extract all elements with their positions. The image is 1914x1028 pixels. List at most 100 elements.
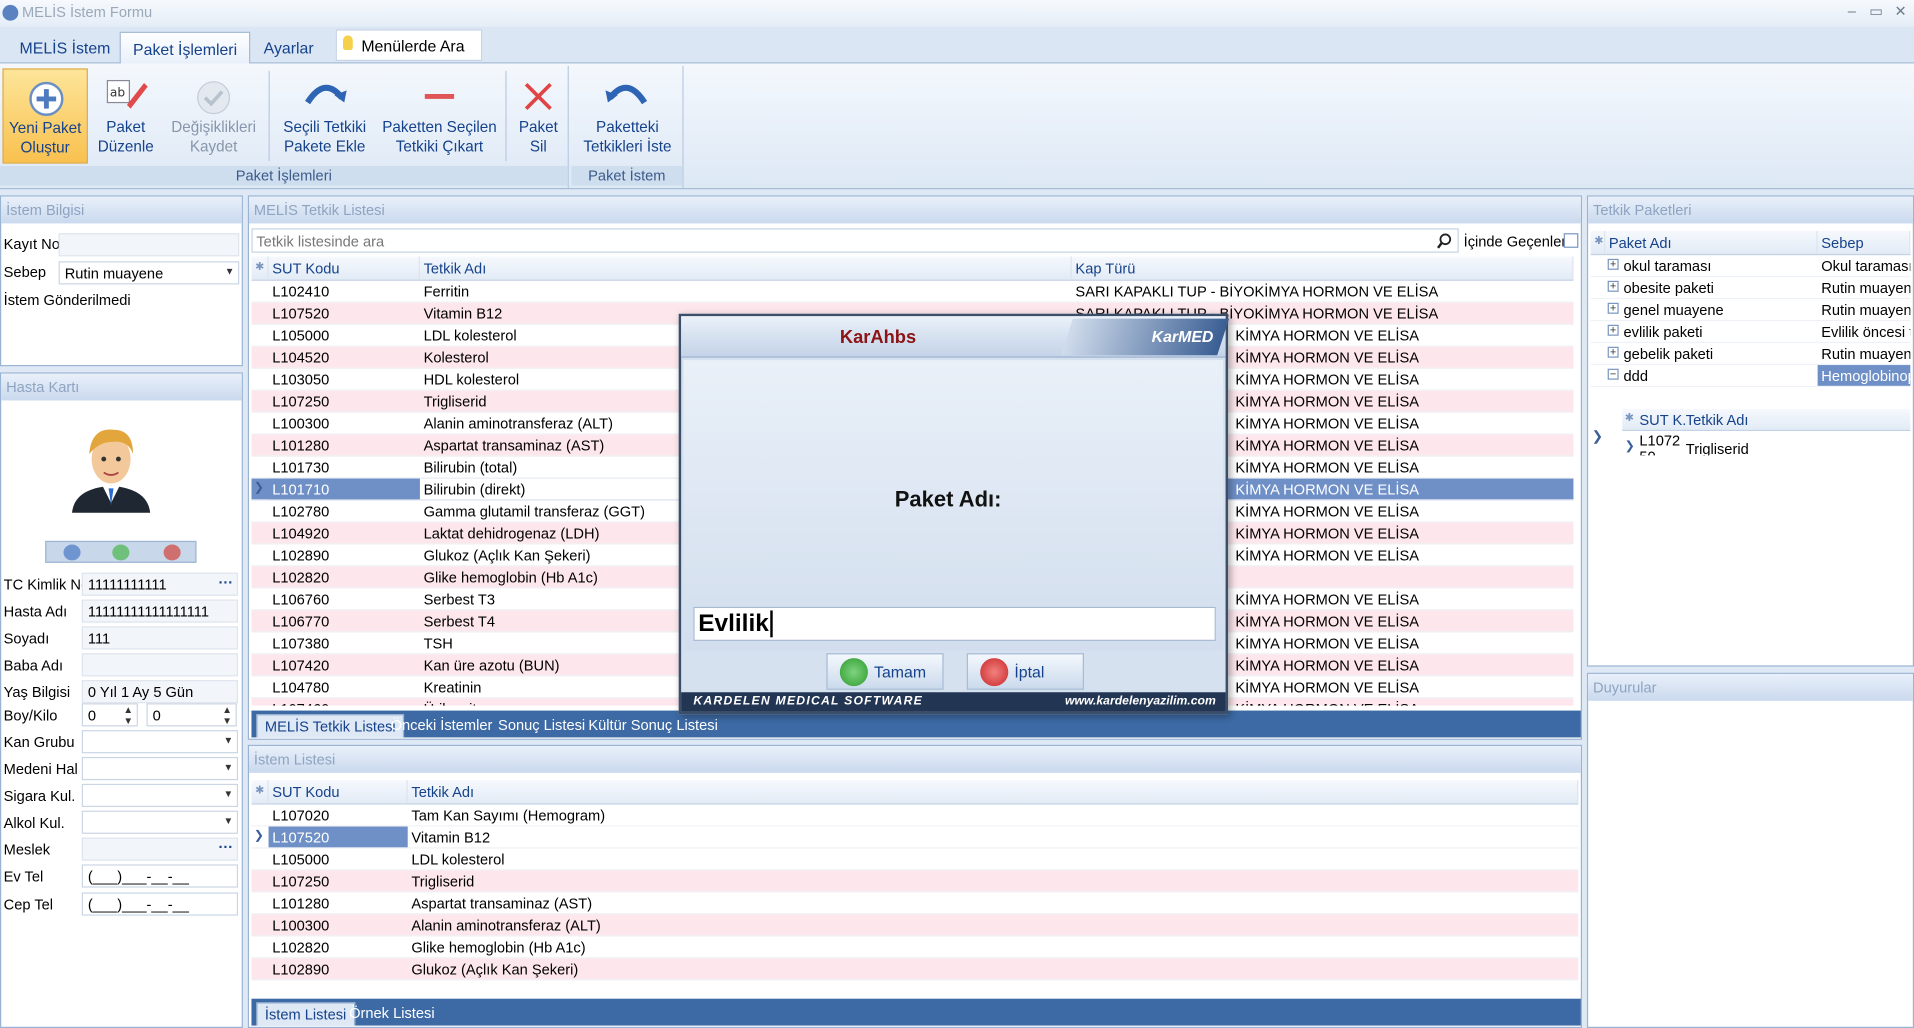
table-row[interactable]: L107250 Trigliserid (251, 870, 1579, 893)
request-package-tests-button[interactable]: Paketteki Tetkikleri İste (576, 68, 679, 163)
col-sut-kodu[interactable]: SUT Kodu (269, 256, 420, 280)
title-bar: MELİS İstem Formu – ▭ ✕ (0, 0, 1914, 27)
sub-grid-row[interactable]: ❯ L1072 50 Trigliserid (1622, 431, 1910, 456)
delete-package-button[interactable]: Paket Sil (510, 68, 566, 163)
alkol-select[interactable]: ▼ (81, 810, 239, 834)
cell-sut-kodu: L100300 (272, 415, 330, 433)
meslek-ellipsis-button[interactable]: ··· (219, 839, 234, 856)
menu-search[interactable]: Menülerde Ara (335, 29, 483, 62)
col-tetkik-adi[interactable]: Tetkik Adı (408, 780, 1579, 804)
grid-settings-icon[interactable]: ✱ (251, 780, 269, 804)
search-icon[interactable] (1436, 232, 1453, 249)
expand-icon[interactable]: + (1607, 258, 1619, 270)
hasta-field[interactable]: 111 (81, 626, 239, 650)
ok-button[interactable]: Tamam (826, 653, 944, 690)
minimize-icon[interactable]: – (1841, 2, 1863, 19)
redo-arrow-icon (305, 84, 347, 105)
table-row[interactable]: L105000 LDL kolesterol (251, 849, 1579, 871)
group-paket-istem: Paketteki Tetkikleri İste Paket İstem (571, 65, 684, 189)
footer-website: www.kardelenyazilim.com (1064, 694, 1216, 709)
meslek-field[interactable]: ··· (81, 837, 239, 861)
cell-sebep: Okul taraması (1821, 257, 1911, 275)
medeni-hal-select[interactable]: ▼ (81, 756, 239, 781)
icinde-gecenler-checkbox[interactable] (1563, 233, 1579, 248)
patient-avatar-icon (72, 429, 151, 513)
patient-remove-icon[interactable] (163, 544, 181, 561)
patient-refresh-icon[interactable] (112, 544, 130, 561)
table-row[interactable]: + evlilik paketi Evlilik öncesi ta (1590, 321, 1911, 344)
edit-package-button[interactable]: ab Paket Düzenle (90, 68, 161, 163)
tab-sonuc-listesi[interactable]: Sonuç Listesi (491, 714, 593, 737)
chevron-down-icon: ▼ (223, 788, 234, 800)
tab-paket-islemleri[interactable]: Paket İşlemleri (119, 31, 251, 65)
hasta-field[interactable]: 11111111111111111 (81, 599, 239, 623)
col-paket-adi[interactable]: Paket Adı (1605, 230, 1818, 254)
tab-onceki-istemler[interactable]: Önceki İstemler (383, 714, 499, 737)
tab-kultur-sonuc-listesi[interactable]: Kültür Sonuç Listesi (581, 714, 725, 737)
kan-grubu-select[interactable]: ▼ (81, 730, 239, 754)
tetkik-search-input[interactable]: Tetkik listesinde ara (251, 228, 1459, 253)
expand-icon[interactable]: + (1607, 302, 1619, 314)
col-sebep[interactable]: Sebep (1818, 230, 1911, 254)
hasta-field[interactable]: 0 Yıl 1 Ay 5 Gün (81, 680, 239, 704)
table-row[interactable]: L102410 Ferritin SARI KAPAKLI TUP - BİYO… (251, 281, 1574, 303)
tetkik-grid-header: ✱ SUT Kodu Tetkik Adı Kap Türü (251, 256, 1574, 281)
spinner-icon[interactable]: ▲ ▼ (123, 704, 133, 726)
patient-actions-bar (45, 540, 197, 563)
tab-ayarlar[interactable]: Ayarlar (251, 32, 325, 64)
close-icon[interactable]: ✕ (1890, 2, 1912, 19)
hasta-field[interactable] (81, 653, 239, 677)
add-to-package-button[interactable]: Seçili Tetkiki Pakete Ekle (273, 68, 376, 163)
remove-from-package-button[interactable]: Paketten Seçilen Tetkiki Çıkart (378, 68, 500, 163)
expand-icon[interactable]: + (1607, 346, 1619, 358)
table-row[interactable]: ❯ L107520 Vitamin B12 (251, 826, 1579, 849)
sub-col-sut[interactable]: SUT K. (1639, 411, 1686, 428)
table-row[interactable]: L102820 Glike hemoglobin (Hb A1c) (251, 936, 1579, 959)
ev-tel-input[interactable]: (___)___-__-__ (81, 864, 239, 888)
sub-col-tetkik[interactable]: Tetkik Adı (1686, 411, 1749, 428)
hasta-field[interactable]: 11111111111 ··· (81, 572, 239, 596)
tab-melis-tetkik-listesi[interactable]: MELİS Tetkik Listesi (256, 714, 405, 738)
table-row[interactable]: + obesite paketi Rutin muayen (1590, 277, 1911, 300)
boy-input[interactable]: 0 ▲ ▼ (81, 703, 138, 727)
package-name-input[interactable]: Evlilik (693, 606, 1216, 641)
group-paket-islemleri: Yeni Paket Oluştur ab Paket Düzenle Deği… (0, 65, 569, 189)
kilo-input[interactable]: 0 ▲ ▼ (146, 703, 237, 727)
group-label-paket-istem: Paket İstem (571, 166, 683, 186)
expand-icon[interactable]: + (1607, 280, 1619, 292)
col-kap-turu[interactable]: Kap Türü (1072, 256, 1574, 280)
grid-settings-icon[interactable]: ✱ (1591, 230, 1606, 254)
cell-sut-kodu: L107520 (268, 826, 408, 848)
new-package-button[interactable]: Yeni Paket Oluştur (2, 68, 88, 164)
table-row[interactable]: L101280 Aspartat transaminaz (AST) (251, 892, 1579, 915)
patient-search-icon[interactable] (63, 544, 81, 561)
sigara-select[interactable]: ▼ (81, 783, 239, 808)
cell-sut-kodu: L107250 (272, 393, 330, 411)
expand-icon[interactable]: + (1607, 324, 1619, 336)
checkmark-icon (839, 658, 868, 687)
cep-tel-input[interactable]: (___)___-__-__ (81, 892, 239, 916)
table-row[interactable]: + okul taraması Okul taraması (1590, 255, 1911, 278)
table-row[interactable]: L102890 Glukoz (Açlık Kan Şekeri) (251, 958, 1579, 981)
tab-melis-istem[interactable]: MELİS İstem (7, 32, 122, 64)
table-row[interactable]: + gebelik paketi Rutin muayen (1590, 343, 1911, 366)
spinner-icon[interactable]: ▲ ▼ (222, 704, 232, 726)
ellipsis-button[interactable]: ··· (219, 574, 234, 591)
save-changes-button[interactable]: Değişiklikleri Kaydet (164, 68, 264, 163)
restore-icon[interactable]: ▭ (1865, 2, 1887, 19)
tab-ornek-listesi[interactable]: Örnek Listesi (342, 1002, 442, 1025)
table-row[interactable]: + genel muayene Rutin muayen (1590, 299, 1911, 322)
sebep-select[interactable]: Rutin muayene ▼ (58, 261, 240, 285)
table-row[interactable]: − ddd Hemoglobinop (1590, 365, 1911, 388)
table-row[interactable]: L100300 Alanin aminotransferaz (ALT) (251, 914, 1579, 937)
col-sut-kodu[interactable]: SUT Kodu (269, 780, 408, 804)
tab-istem-listesi[interactable]: İstem Listesi (256, 1002, 355, 1026)
kayit-no-field[interactable] (58, 233, 240, 257)
col-tetkik-adi[interactable]: Tetkik Adı (420, 256, 1072, 280)
grid-settings-icon[interactable]: ✱ (251, 256, 269, 280)
cancel-button[interactable]: İptal (966, 653, 1084, 690)
grid-settings-icon[interactable]: ✱ (1625, 411, 1634, 424)
table-row[interactable]: L107020 Tam Kan Sayımı (Hemogram) (251, 805, 1579, 827)
cell-kap-turu: KİMYA HORMON VE ELİSA (1235, 612, 1420, 630)
collapse-icon[interactable]: − (1607, 368, 1619, 380)
